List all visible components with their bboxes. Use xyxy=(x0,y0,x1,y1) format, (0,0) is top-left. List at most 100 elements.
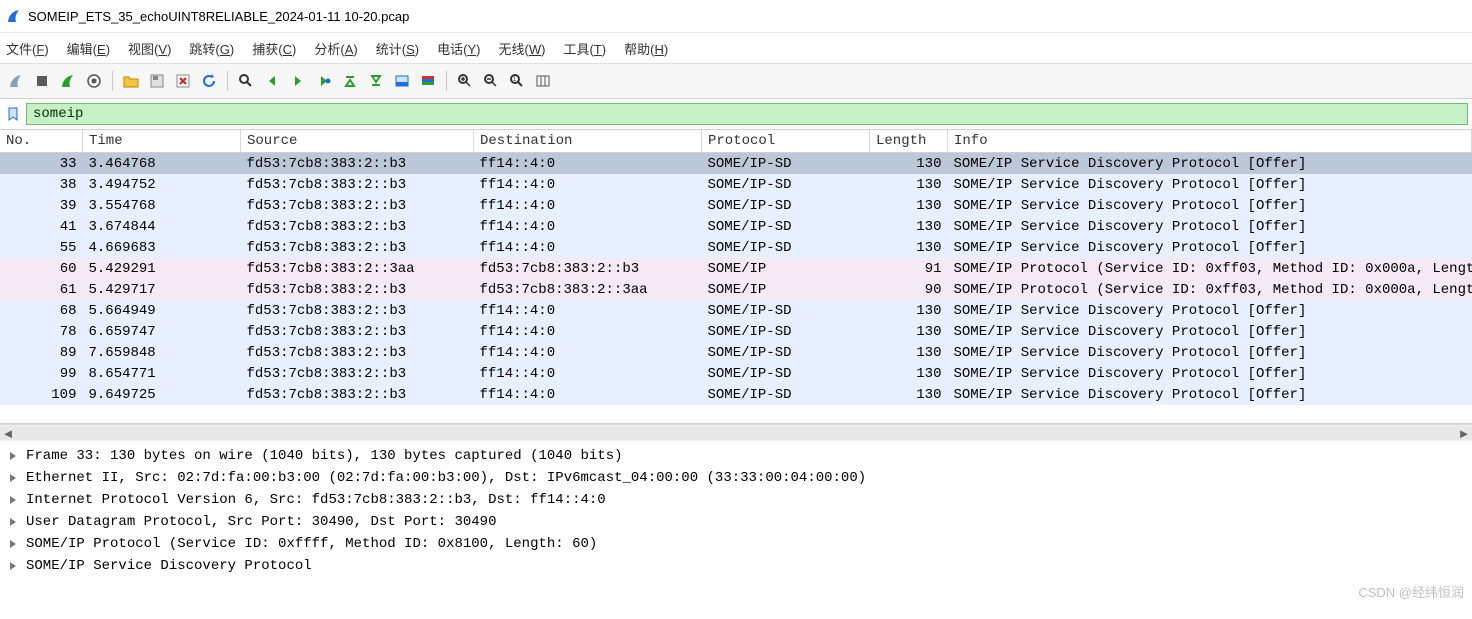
packet-row[interactable]: 685.664949fd53:7cb8:383:2::b3ff14::4:0SO… xyxy=(0,300,1472,321)
packet-row[interactable]: 554.669683fd53:7cb8:383:2::b3ff14::4:0SO… xyxy=(0,237,1472,258)
packet-cell: fd53:7cb8:383:2::b3 xyxy=(241,384,474,405)
capture-options-button[interactable] xyxy=(82,69,106,93)
zoom-in-button[interactable] xyxy=(453,69,477,93)
expand-icon[interactable] xyxy=(6,471,20,485)
packet-row[interactable]: 786.659747fd53:7cb8:383:2::b3ff14::4:0SO… xyxy=(0,321,1472,342)
open-file-button[interactable] xyxy=(119,69,143,93)
packet-cell: SOME/IP Service Discovery Protocol [Offe… xyxy=(948,237,1472,258)
column-time[interactable]: Time xyxy=(83,130,241,153)
packet-cell: ff14::4:0 xyxy=(474,153,702,175)
start-capture-button[interactable] xyxy=(4,69,28,93)
packet-row[interactable]: 413.674844fd53:7cb8:383:2::b3ff14::4:0SO… xyxy=(0,216,1472,237)
detail-row[interactable]: Ethernet II, Src: 02:7d:fa:00:b3:00 (02:… xyxy=(0,467,1472,489)
packet-row[interactable]: 1099.649725fd53:7cb8:383:2::b3ff14::4:0S… xyxy=(0,384,1472,405)
detail-row[interactable]: User Datagram Protocol, Src Port: 30490,… xyxy=(0,511,1472,533)
scroll-right-icon[interactable]: ► xyxy=(1456,426,1472,440)
packet-cell: 61 xyxy=(0,279,83,300)
stop-capture-button[interactable] xyxy=(30,69,54,93)
packet-row[interactable]: 393.554768fd53:7cb8:383:2::b3ff14::4:0SO… xyxy=(0,195,1472,216)
menu-analyze[interactable]: 分析(A) xyxy=(314,39,357,58)
menu-capture[interactable]: 捕获(C) xyxy=(252,39,296,58)
menu-file[interactable]: 文件(F) xyxy=(6,39,49,58)
find-packet-button[interactable] xyxy=(234,69,258,93)
menu-edit[interactable]: 编辑(E) xyxy=(67,39,110,58)
packet-cell: SOME/IP Service Discovery Protocol [Offe… xyxy=(948,174,1472,195)
packet-cell: 4.669683 xyxy=(83,237,241,258)
packet-cell: fd53:7cb8:383:2::b3 xyxy=(241,174,474,195)
packet-cell: SOME/IP-SD xyxy=(702,174,870,195)
expand-icon[interactable] xyxy=(6,449,20,463)
packet-row[interactable]: 897.659848fd53:7cb8:383:2::b3ff14::4:0SO… xyxy=(0,342,1472,363)
column-info[interactable]: Info xyxy=(948,130,1472,153)
detail-row[interactable]: Frame 33: 130 bytes on wire (1040 bits),… xyxy=(0,445,1472,467)
packet-cell: 130 xyxy=(870,237,948,258)
expand-icon[interactable] xyxy=(6,515,20,529)
packet-cell: 130 xyxy=(870,321,948,342)
display-filter-input[interactable] xyxy=(26,103,1468,125)
packet-cell: SOME/IP Service Discovery Protocol [Offe… xyxy=(948,321,1472,342)
packet-row[interactable]: 998.654771fd53:7cb8:383:2::b3ff14::4:0SO… xyxy=(0,363,1472,384)
go-forward-button[interactable] xyxy=(286,69,310,93)
expand-icon[interactable] xyxy=(6,537,20,551)
reload-file-button[interactable] xyxy=(197,69,221,93)
packet-cell: ff14::4:0 xyxy=(474,195,702,216)
menu-tools[interactable]: 工具(T) xyxy=(563,39,606,58)
save-file-button[interactable] xyxy=(145,69,169,93)
packet-cell: SOME/IP-SD xyxy=(702,300,870,321)
packet-cell: SOME/IP xyxy=(702,279,870,300)
zoom-out-button[interactable] xyxy=(479,69,503,93)
column-no[interactable]: No. xyxy=(0,130,83,153)
column-source[interactable]: Source xyxy=(241,130,474,153)
packet-cell: fd53:7cb8:383:2::b3 xyxy=(241,216,474,237)
packet-details-pane[interactable]: Frame 33: 130 bytes on wire (1040 bits),… xyxy=(0,441,1472,581)
packet-row[interactable]: 383.494752fd53:7cb8:383:2::b3ff14::4:0SO… xyxy=(0,174,1472,195)
title-bar: SOMEIP_ETS_35_echoUINT8RELIABLE_2024-01-… xyxy=(0,0,1472,33)
packet-cell: SOME/IP Protocol (Service ID: 0xff03, Me… xyxy=(948,279,1472,300)
go-last-packet-button[interactable] xyxy=(364,69,388,93)
packet-list-header[interactable]: No. Time Source Destination Protocol Len… xyxy=(0,130,1472,153)
expand-icon[interactable] xyxy=(6,559,20,573)
packet-row[interactable]: 333.464768fd53:7cb8:383:2::b3ff14::4:0SO… xyxy=(0,153,1472,175)
packet-cell: 130 xyxy=(870,363,948,384)
menu-wireless[interactable]: 无线(W) xyxy=(498,39,545,58)
packet-cell: fd53:7cb8:383:2::3aa xyxy=(474,279,702,300)
go-back-button[interactable] xyxy=(260,69,284,93)
close-file-button[interactable] xyxy=(171,69,195,93)
scroll-left-icon[interactable]: ◄ xyxy=(0,426,16,440)
packet-cell: 3.554768 xyxy=(83,195,241,216)
packet-cell: SOME/IP Service Discovery Protocol [Offe… xyxy=(948,153,1472,175)
colorize-button[interactable] xyxy=(416,69,440,93)
packet-row[interactable]: 615.429717fd53:7cb8:383:2::b3fd53:7cb8:3… xyxy=(0,279,1472,300)
detail-row[interactable]: Internet Protocol Version 6, Src: fd53:7… xyxy=(0,489,1472,511)
menu-telephony[interactable]: 电话(Y) xyxy=(437,39,480,58)
menu-view[interactable]: 视图(V) xyxy=(128,39,171,58)
zoom-reset-button[interactable]: 1 xyxy=(505,69,529,93)
go-first-packet-button[interactable] xyxy=(338,69,362,93)
column-destination[interactable]: Destination xyxy=(474,130,702,153)
resize-columns-button[interactable] xyxy=(531,69,555,93)
packet-list-hscroll[interactable]: ◄ ► xyxy=(0,424,1472,441)
column-length[interactable]: Length xyxy=(870,130,948,153)
packet-cell: 130 xyxy=(870,195,948,216)
display-filter-bar xyxy=(0,99,1472,130)
scroll-track[interactable] xyxy=(16,426,1456,440)
packet-cell: SOME/IP-SD xyxy=(702,342,870,363)
toolbar-separator xyxy=(227,71,228,91)
packet-list-table[interactable]: No. Time Source Destination Protocol Len… xyxy=(0,130,1472,405)
detail-text: Ethernet II, Src: 02:7d:fa:00:b3:00 (02:… xyxy=(26,470,866,486)
menu-help[interactable]: 帮助(H) xyxy=(624,39,668,58)
restart-capture-button[interactable] xyxy=(56,69,80,93)
expand-icon[interactable] xyxy=(6,493,20,507)
bookmark-icon[interactable] xyxy=(4,105,22,123)
menu-stats[interactable]: 统计(S) xyxy=(376,39,419,58)
column-protocol[interactable]: Protocol xyxy=(702,130,870,153)
detail-row[interactable]: SOME/IP Protocol (Service ID: 0xffff, Me… xyxy=(0,533,1472,555)
go-to-packet-button[interactable] xyxy=(312,69,336,93)
packet-cell: fd53:7cb8:383:2::b3 xyxy=(474,258,702,279)
detail-text: SOME/IP Service Discovery Protocol xyxy=(26,558,312,574)
packet-row[interactable]: 605.429291fd53:7cb8:383:2::3aafd53:7cb8:… xyxy=(0,258,1472,279)
auto-scroll-button[interactable] xyxy=(390,69,414,93)
detail-row[interactable]: SOME/IP Service Discovery Protocol xyxy=(0,555,1472,577)
menu-goto[interactable]: 跳转(G) xyxy=(189,39,234,58)
packet-cell: 39 xyxy=(0,195,83,216)
